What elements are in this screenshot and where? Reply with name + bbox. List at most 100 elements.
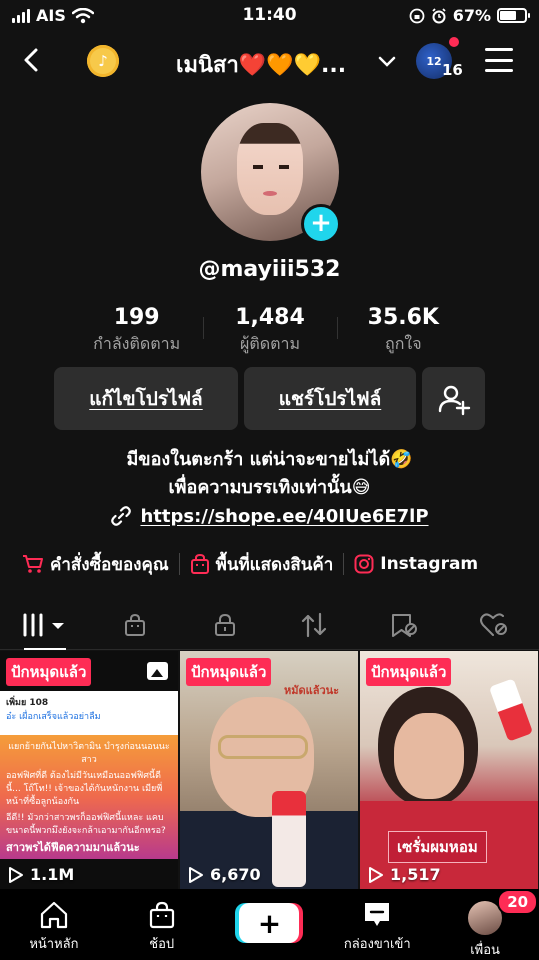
alarm-icon [432, 7, 446, 23]
profile-bio: มีของในตะกร้า แต่น่าจะขายไม่ได้🤣 เพื่อคว… [0, 446, 539, 502]
nav-create[interactable]: + [216, 889, 324, 960]
edit-profile-button[interactable]: แก้ไขโปรไฟล์ [54, 367, 238, 430]
nav-shop-label: ช้อป [149, 937, 175, 952]
add-friend-button[interactable] [422, 367, 485, 430]
nav-home[interactable]: หน้าหลัก [0, 889, 108, 960]
tab-saved[interactable] [359, 600, 449, 649]
add-user-icon [438, 385, 470, 415]
inbox-icon [365, 903, 390, 926]
video-grid: ปักหมุดแล้ว เพิ่มย 108 อ๋ะ เผื่อกเสร็จแล… [0, 651, 539, 889]
tab-videos[interactable] [0, 600, 90, 650]
view-count-value: 6,670 [210, 865, 261, 884]
back-arrow-icon[interactable] [18, 46, 46, 74]
profile-stats: 199 กำลังติดตาม 1,484 ผู้ติดตาม 35.6K ถู… [70, 305, 470, 357]
showcase-label: พื้นที่แสดงสินค้า [215, 554, 334, 575]
nav-friends-label: เพื่อน [470, 943, 500, 958]
status-bar: AIS 11:40 67% [0, 0, 539, 32]
bottom-navigation: หน้าหลัก ช้อป + กล่องขาเข้า 20 เพื่อน [0, 889, 539, 960]
post-card-line: ออฟฟิศที่ดี ต้องไม่มีวันเหมือนออฟฟิศนี้ด… [6, 771, 163, 807]
video-thumbnail[interactable]: ปักหมุดแล้ว เซรั่มผมหอม 1,517 [360, 651, 538, 889]
cart-icon [23, 555, 43, 573]
profile-header: ♪ เมนิสา❤️🧡💛... 12 16 [0, 36, 539, 86]
create-plus-icon: + [239, 903, 300, 943]
tab-shop[interactable] [90, 600, 180, 649]
grid-icon [23, 613, 64, 636]
battery-percent: 67% [452, 6, 491, 25]
profile-shortcuts: คำสั่งซื้อของคุณ พื้นที่แสดงสินค้า Insta… [22, 548, 532, 580]
home-icon [40, 901, 67, 929]
post-card-subtext: อ๋ะ เผื่อกเสร็จแล้วอย่าลืม [6, 712, 101, 722]
following-label: กำลังติดตาม [93, 334, 181, 353]
video-thumbnail[interactable]: ปักหมุดแล้ว เพิ่มย 108 อ๋ะ เผื่อกเสร็จแล… [0, 651, 178, 889]
likes-count: 35.6K [367, 305, 439, 330]
play-icon [189, 866, 203, 883]
divider [178, 553, 180, 575]
tab-liked[interactable] [449, 600, 539, 649]
notification-dot [449, 37, 459, 47]
post-card-header: เพิ่มย 108 อ๋ะ เผื่อกเสร็จแล้วอย่าลืม [0, 691, 178, 735]
notification-count: 16 [442, 61, 463, 79]
add-story-plus-icon[interactable]: + [301, 204, 341, 244]
hamburger-menu-icon[interactable] [485, 48, 513, 72]
post-card-line: อีดี!! มัวกว่าสาวพรก็ออฟฟิศนี้แหละ แคบ ข… [6, 813, 166, 836]
bio-line: เพื่อความบรรเทิงเท่านั้น😅 [168, 477, 371, 498]
view-count: 1,517 [368, 865, 441, 884]
nav-inbox-label: กล่องขาเข้า [343, 937, 411, 952]
heart-hidden-icon [480, 612, 508, 636]
tab-private[interactable] [180, 600, 270, 649]
orders-label: คำสั่งซื้อของคุณ [50, 554, 169, 575]
showcase-shortcut[interactable]: พื้นที่แสดงสินค้า [190, 551, 334, 578]
status-right: 67% [409, 6, 530, 25]
coin-icon[interactable]: ♪ [87, 45, 119, 77]
nav-home-label: หน้าหลัก [29, 937, 79, 952]
photo-post-icon [147, 662, 168, 680]
chevron-down-icon[interactable] [376, 50, 398, 72]
rotation-lock-icon [409, 8, 425, 23]
post-card-line: แยกย้ายกันไปหาวิตามิน บำรุงก่อนนอนนะสาว [8, 742, 170, 765]
followers-label: ผู้ติดตาม [239, 334, 301, 353]
nav-friends[interactable]: 20 เพื่อน [431, 889, 539, 960]
likes-label: ถูกใจ [385, 334, 422, 353]
video-caption: เซรั่มผมหอม [388, 831, 487, 863]
content-tabs [0, 600, 539, 650]
view-count: 6,670 [188, 865, 261, 884]
link-icon [111, 506, 132, 526]
shopping-bag-icon [149, 901, 174, 929]
instagram-label: Instagram [380, 554, 479, 574]
friends-badge: 20 [497, 889, 539, 915]
orders-shortcut[interactable]: คำสั่งซื้อของคุณ [22, 551, 169, 578]
shopping-bag-icon [190, 554, 209, 574]
tab-reposts[interactable] [269, 600, 359, 649]
account-switcher[interactable]: 12 16 [416, 37, 463, 79]
lock-icon [214, 613, 235, 636]
divider [343, 553, 345, 575]
following-count: 199 [113, 305, 160, 330]
view-count-value: 1,517 [390, 865, 441, 884]
nav-shop[interactable]: ช้อป [108, 889, 216, 960]
view-count-value: 1.1M [30, 865, 75, 884]
video-overlay-text: หมัดแล้วนะ [284, 684, 340, 697]
followers-stat[interactable]: 1,484 ผู้ติดตาม [203, 305, 336, 357]
instagram-icon [354, 554, 374, 574]
nav-inbox[interactable]: กล่องขาเข้า [323, 889, 431, 960]
share-profile-button[interactable]: แชร์โปรไฟล์ [244, 367, 416, 430]
battery-icon [497, 8, 530, 23]
video-thumbnail[interactable]: ปักหมุดแล้ว หมัดแล้วนะ 6,670 [180, 651, 358, 889]
shopping-bag-icon [124, 613, 145, 636]
pinned-badge: ปักหมุดแล้ว [6, 658, 92, 686]
following-stat[interactable]: 199 กำลังติดตาม [70, 305, 203, 357]
instagram-shortcut[interactable]: Instagram [354, 554, 478, 574]
play-icon [9, 866, 23, 883]
username: @mayiii532 [198, 257, 341, 282]
post-card-body: แยกย้ายกันไปหาวิตามิน บำรุงก่อนนอนนะสาว … [0, 735, 178, 859]
repost-icon [302, 612, 327, 637]
likes-stat[interactable]: 35.6K ถูกใจ [336, 305, 470, 357]
profile-name[interactable]: เมนิสา❤️🧡💛... [176, 47, 346, 82]
bio-line: มีของในตะกร้า แต่น่าจะขายไม่ได้🤣 [126, 449, 413, 470]
link-url: https://shope.ee/40IUe6E7lP [140, 505, 429, 527]
pinned-badge: ปักหมุดแล้ว [186, 658, 272, 686]
profile-actions: แก้ไขโปรไฟล์ แชร์โปรไฟล์ [54, 367, 485, 430]
post-card-line: สาวพรได้ฟีดความมาแล้วนะ [6, 841, 140, 854]
pinned-badge: ปักหมุดแล้ว [366, 658, 452, 686]
bio-link[interactable]: https://shope.ee/40IUe6E7lP [0, 505, 539, 527]
